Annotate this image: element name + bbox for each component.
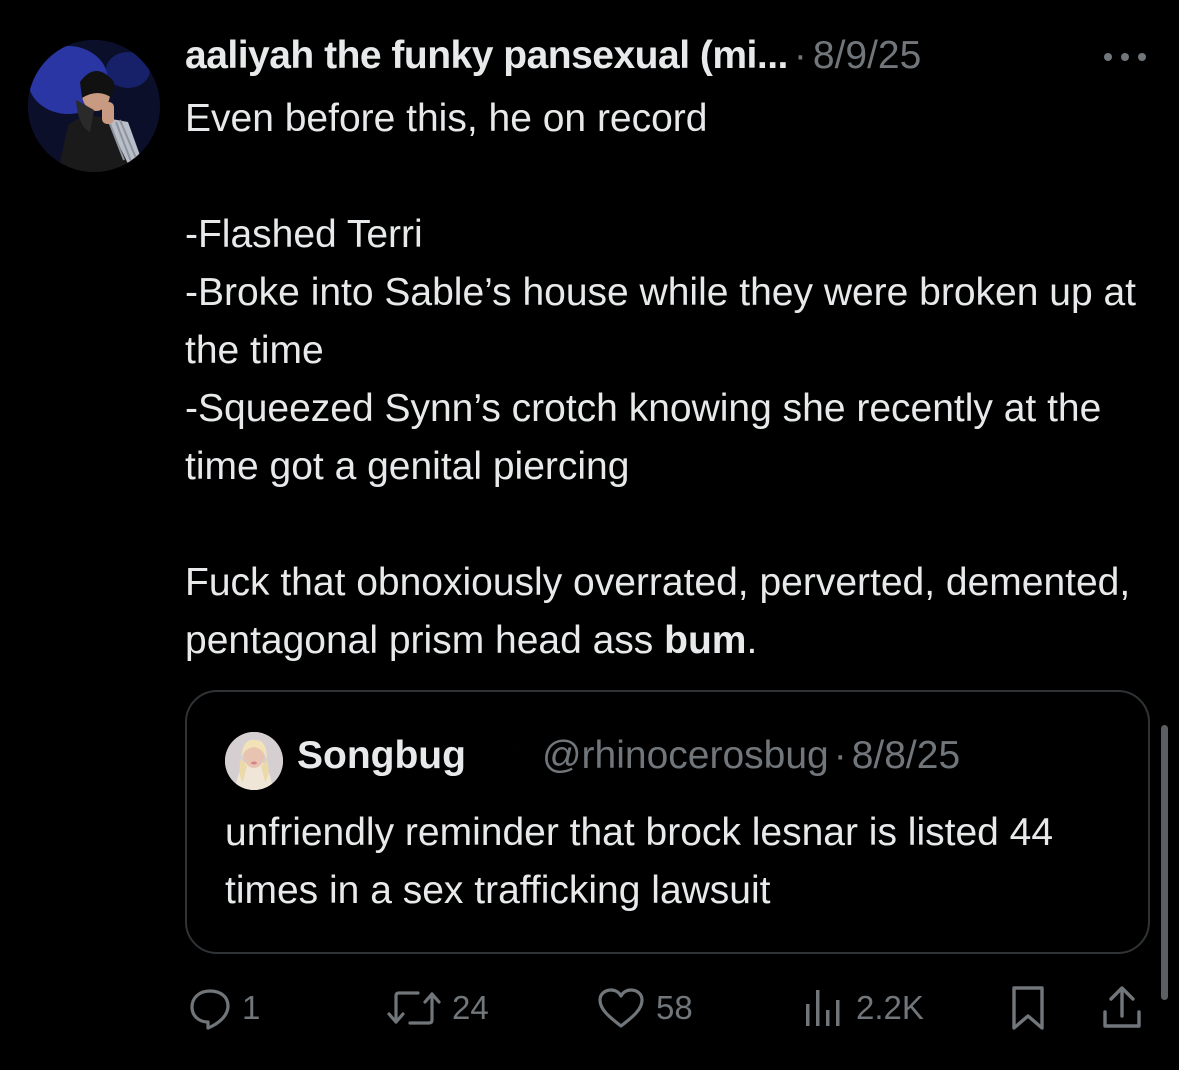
share-button[interactable] bbox=[1100, 983, 1144, 1033]
views-icon bbox=[806, 990, 840, 1026]
quote-author-avatar[interactable] bbox=[225, 732, 283, 790]
author-avatar[interactable] bbox=[28, 40, 160, 172]
reply-count: 1 bbox=[242, 989, 261, 1026]
tweet-header: aaliyah the funky pansexual (mi... · 8/9… bbox=[185, 34, 1065, 84]
scrollbar[interactable] bbox=[1161, 725, 1168, 1000]
quote-author-handle[interactable]: @rhinocerosbug bbox=[542, 734, 829, 778]
like-button[interactable]: 58 bbox=[596, 983, 693, 1033]
share-icon bbox=[1103, 986, 1141, 1028]
bookmark-button[interactable] bbox=[1008, 983, 1048, 1033]
quote-text: unfriendly reminder that brock lesnar is… bbox=[225, 811, 1054, 912]
retweet-count: 24 bbox=[452, 989, 489, 1026]
more-horizontal-icon[interactable] bbox=[1100, 42, 1150, 72]
quote-timestamp[interactable]: 8/8/25 bbox=[852, 734, 960, 778]
tweet-text-bold: bum bbox=[664, 619, 747, 662]
tweet-text: Even before this, he on record -Flashed … bbox=[185, 90, 1155, 670]
quote-avatar-image bbox=[225, 732, 283, 790]
action-bar: 1 24 58 2.2K bbox=[0, 983, 1179, 1033]
quote-header: Songbug @rhinocerosbug · 8/8/25 bbox=[297, 728, 960, 778]
quote-header-separator: · bbox=[833, 734, 847, 777]
header-separator: · bbox=[793, 34, 807, 77]
reply-button[interactable]: 1 bbox=[188, 983, 260, 1033]
views-count: 2.2K bbox=[856, 989, 924, 1026]
views-button[interactable]: 2.2K bbox=[802, 983, 924, 1033]
avatar-image bbox=[28, 40, 160, 172]
tweet-text-tail: . bbox=[746, 619, 758, 662]
tweet-timestamp[interactable]: 8/9/25 bbox=[813, 34, 921, 78]
tweet-text-body: Even before this, he on record -Flashed … bbox=[185, 97, 1137, 662]
bookmark-icon bbox=[1012, 986, 1044, 1030]
crescent-moon-icon bbox=[478, 734, 522, 774]
like-count: 58 bbox=[656, 989, 693, 1026]
retweet-button[interactable]: 24 bbox=[386, 983, 489, 1033]
retweet-icon bbox=[387, 991, 441, 1025]
quote-author-name[interactable]: Songbug bbox=[297, 734, 466, 778]
reply-icon bbox=[190, 989, 230, 1030]
quoted-tweet-card[interactable]: Songbug @rhinocerosbug · 8/8/25 unfriend… bbox=[185, 690, 1150, 954]
heart-icon bbox=[598, 988, 644, 1028]
author-name[interactable]: aaliyah the funky pansexual (mi... bbox=[185, 34, 788, 78]
